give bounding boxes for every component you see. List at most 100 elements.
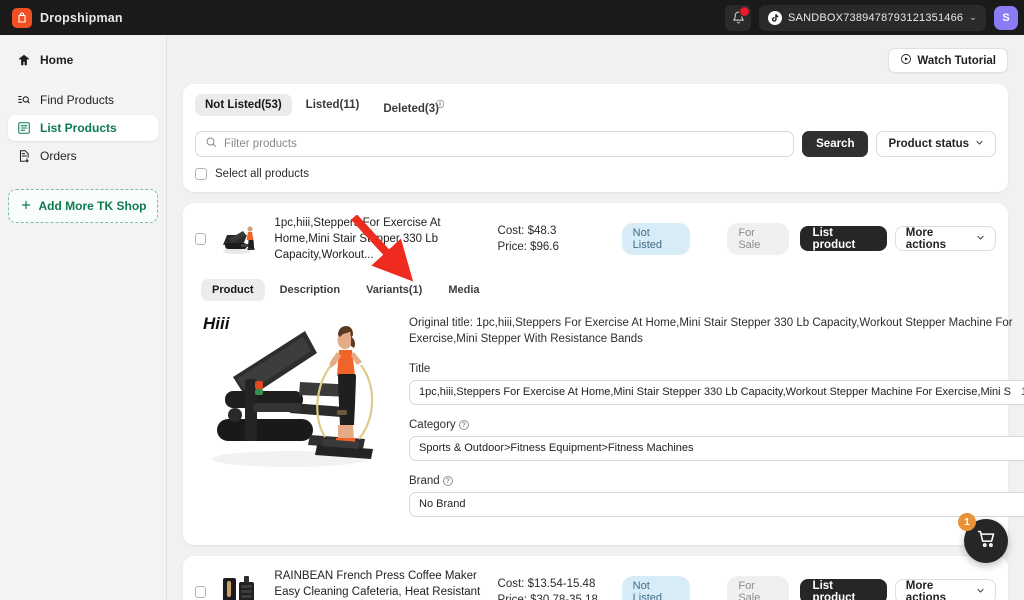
title-field[interactable]: 1pc,hiii,Steppers For Exercise At Home,M…	[409, 379, 1024, 405]
help-icon[interactable]: ?	[442, 475, 453, 486]
status-badge: Not Listed	[621, 575, 691, 600]
search-row: Search Product status	[195, 130, 996, 157]
sidebar-item-label: List Products	[40, 121, 117, 135]
play-circle-icon	[900, 53, 912, 68]
watch-tutorial-button[interactable]: Watch Tutorial	[888, 48, 1008, 73]
brand-label: Brand ?	[409, 475, 1024, 487]
shop-name: SANDBOX7389478793121351466	[788, 11, 964, 24]
add-tk-shop-button[interactable]: Add More TK Shop	[8, 189, 158, 223]
watch-tutorial-row: Watch Tutorial	[167, 35, 1024, 73]
search-icon	[205, 135, 217, 153]
for-sale-badge: For Sale	[727, 222, 789, 255]
title-counter: 145/255	[1011, 386, 1024, 398]
original-title: Original title: 1pc,hiii,Steppers For Ex…	[409, 316, 1013, 345]
product-title: 1pc,hiii,Steppers For Exercise At Home,M…	[274, 216, 441, 261]
top-bar-right: SANDBOX7389478793121351466 ⌄ S	[725, 4, 1024, 31]
app-root: Dropshipman SANDBOX7389478793121351466 ⌄…	[0, 0, 1024, 600]
detail-tabs: Product Description Variants(1) Media	[201, 278, 996, 301]
shopping-bag-icon	[12, 7, 32, 28]
product-detail: Hiii Original title: 1pc,hiii,Steppers F…	[195, 301, 1024, 545]
title-value: 1pc,hiii,Steppers For Exercise At Home,M…	[419, 386, 1012, 399]
sidebar-item-orders[interactable]: Orders	[8, 143, 158, 169]
tab-label: Listed(11)	[305, 99, 360, 111]
tab-product[interactable]: Product	[201, 278, 265, 301]
help-icon[interactable]: ?	[458, 419, 469, 430]
more-actions-label: More actions	[905, 226, 947, 251]
sidebar-item-find-products[interactable]: Find Products	[8, 87, 158, 113]
notification-badge	[739, 5, 751, 17]
list-icon	[16, 121, 31, 136]
tab-not-listed[interactable]: Not Listed(53)	[195, 94, 292, 116]
stepper-machine-thumb	[217, 217, 264, 260]
shopping-cart-icon	[976, 528, 997, 554]
category-value: Sports & Outdoor>Fitness Equipment>Fitne…	[419, 442, 694, 455]
brand-name: Dropshipman	[40, 10, 123, 25]
sidebar: Home Find Products List Products Orders …	[0, 35, 167, 600]
product-pricing: Cost: $48.3 Price: $96.6	[498, 223, 611, 255]
sidebar-item-label: Orders	[40, 149, 77, 163]
product-actions: List product More actions	[799, 579, 996, 600]
tab-deleted[interactable]: Deleted(3)ⓘ	[373, 94, 454, 120]
product-pricing: Cost: $13.54-15.48 Price: $30.78-35.18	[498, 576, 611, 600]
chevron-down-icon	[976, 233, 985, 245]
product-title: RAINBEAN French Press Coffee Maker Easy …	[274, 569, 481, 598]
brand-value: No Brand	[419, 498, 466, 511]
product-checkbox[interactable]	[195, 585, 207, 598]
chevron-down-icon	[976, 586, 985, 598]
chevron-down-icon: ⌄	[969, 12, 977, 22]
search-input[interactable]	[224, 137, 785, 150]
cart-badge: 1	[958, 513, 976, 531]
brand-field[interactable]: No Brand	[409, 491, 1024, 517]
add-tk-shop-label: Add More TK Shop	[38, 199, 147, 213]
cart-fab-button[interactable]: 1	[958, 513, 1008, 563]
product-cost: Cost: $48.3	[497, 224, 557, 237]
tab-label: Deleted(3)	[383, 102, 439, 115]
select-all-row[interactable]: Select all products	[195, 167, 996, 180]
tab-variants[interactable]: Variants(1)	[355, 279, 433, 301]
for-sale-badge: For Sale	[727, 575, 789, 600]
category-field[interactable]: Sports & Outdoor>Fitness Equipment>Fitne…	[409, 435, 1024, 461]
french-press-thumb	[217, 570, 264, 600]
status-badge: Not Listed	[621, 222, 691, 255]
category-label: Category ?	[409, 419, 1024, 431]
more-actions-button[interactable]: More actions	[894, 579, 996, 600]
tab-label: Not Listed(53)	[205, 99, 282, 111]
select-all-checkbox[interactable]	[195, 167, 207, 180]
notification-bell-icon[interactable]	[725, 4, 752, 31]
avatar[interactable]: S	[994, 5, 1018, 30]
product-cost: Cost: $13.54-15.48	[497, 577, 596, 590]
shop-selector[interactable]: SANDBOX7389478793121351466 ⌄	[759, 4, 986, 31]
product-main-image: Hiii	[195, 306, 395, 487]
filter-products-field[interactable]	[195, 130, 795, 157]
product-row: RAINBEAN French Press Coffee Maker Easy …	[195, 568, 996, 600]
product-checkbox[interactable]	[195, 232, 207, 245]
sidebar-item-home[interactable]: Home	[8, 47, 158, 73]
tab-description[interactable]: Description	[269, 279, 352, 301]
product-status-dropdown[interactable]: Product status	[876, 130, 996, 157]
product-price: Price: $96.6	[497, 240, 559, 253]
status-tabs: Not Listed(53) Listed(11) Deleted(3)ⓘ	[195, 94, 996, 120]
help-icon[interactable]: ⓘ	[436, 100, 444, 109]
search-button[interactable]: Search	[802, 130, 869, 157]
sidebar-item-label: Home	[40, 53, 74, 67]
sidebar-item-list-products[interactable]: List Products	[8, 115, 158, 141]
more-actions-label: More actions	[905, 579, 947, 600]
plus-icon	[20, 199, 32, 214]
product-fields: Original title: 1pc,hiii,Steppers For Ex…	[409, 307, 1024, 531]
tiktok-icon	[768, 10, 783, 25]
more-actions-button[interactable]: More actions	[894, 226, 996, 252]
tab-listed[interactable]: Listed(11)	[296, 94, 370, 116]
search-list-icon	[16, 93, 31, 108]
list-product-button[interactable]: List product	[799, 579, 887, 600]
orders-icon	[16, 149, 31, 164]
product-price: Price: $30.78-35.18	[497, 593, 598, 600]
title-label: Title	[409, 362, 431, 375]
brand: Dropshipman	[0, 7, 123, 28]
top-bar: Dropshipman SANDBOX7389478793121351466 ⌄…	[0, 0, 1024, 35]
select-all-label: Select all products	[215, 167, 309, 180]
chevron-down-icon	[975, 138, 984, 150]
product-row: 1pc,hiii,Steppers For Exercise At Home,M…	[195, 215, 996, 263]
tab-media[interactable]: Media	[437, 279, 490, 301]
product-actions: List product More actions	[799, 226, 996, 252]
list-product-button[interactable]: List product	[799, 226, 887, 252]
